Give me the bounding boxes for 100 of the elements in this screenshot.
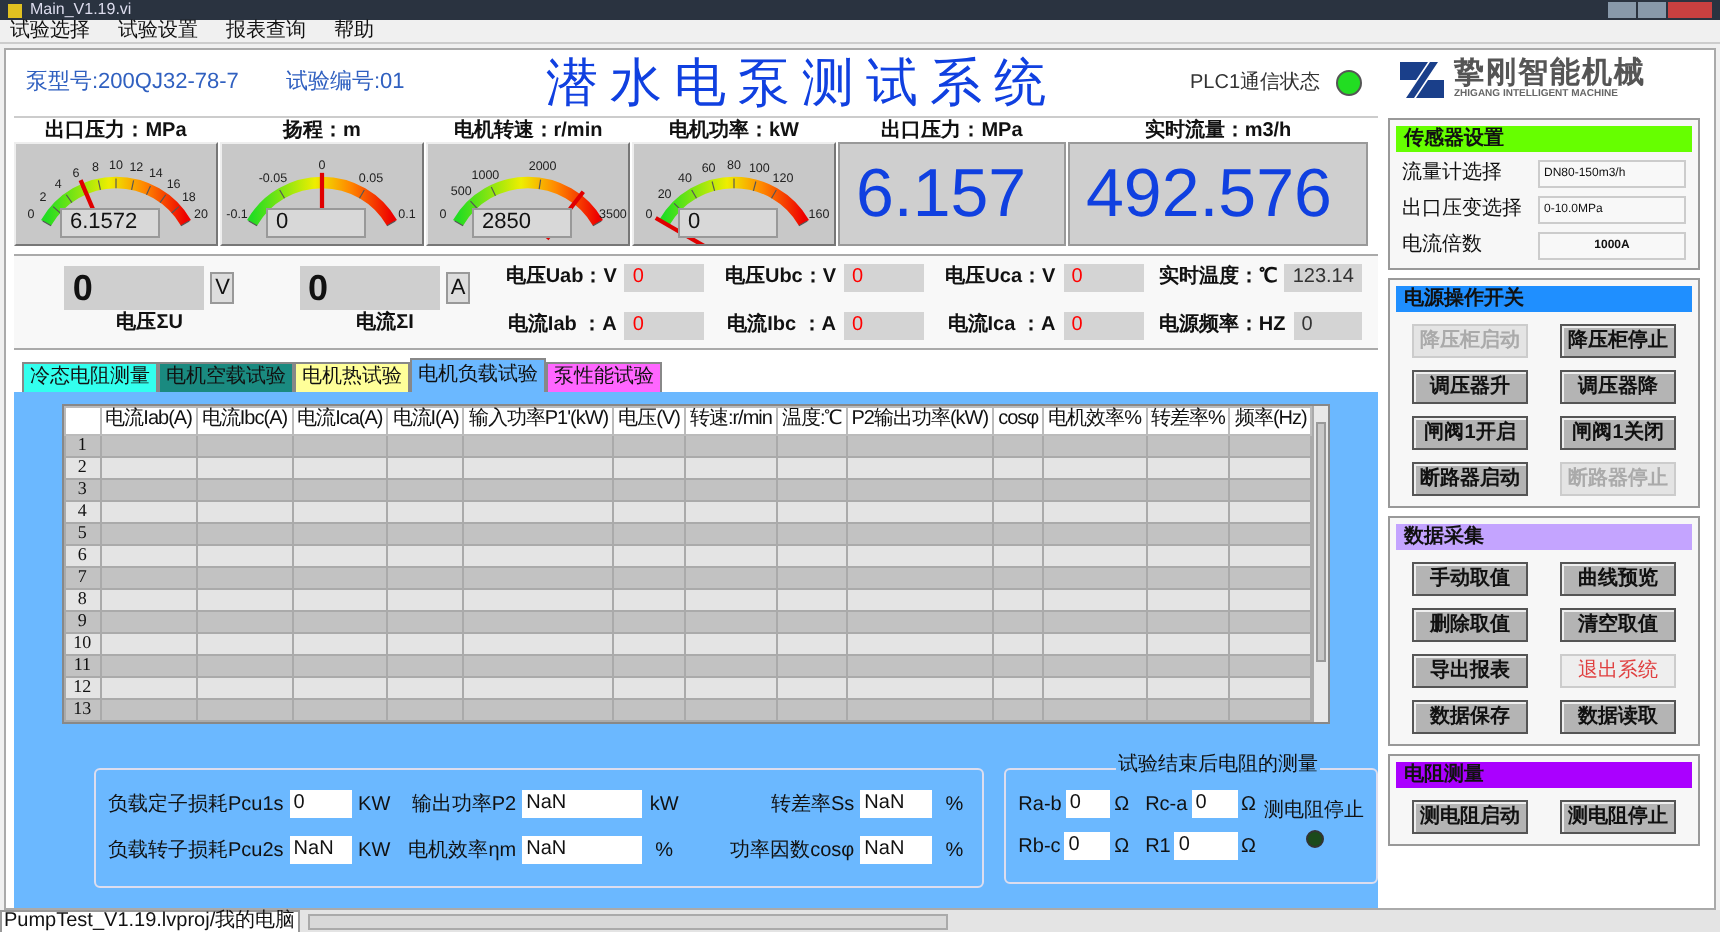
action-button[interactable]: 曲线预览 (1560, 562, 1676, 596)
table-cell (1146, 500, 1230, 523)
table-cell (100, 478, 197, 501)
gauge-label: 出口压力：MPa (45, 119, 187, 142)
close-button[interactable] (1668, 2, 1712, 18)
menu-item[interactable]: 帮助 (334, 21, 374, 41)
menu-item[interactable]: 试验选择 (10, 21, 90, 41)
table-cell (1043, 456, 1147, 479)
value-field: 0 (1064, 832, 1111, 861)
action-button[interactable]: 数据读取 (1560, 700, 1676, 734)
table-cell (776, 522, 847, 545)
horizontal-scrollbar[interactable] (307, 913, 948, 929)
table-cell (100, 632, 197, 655)
menu-item[interactable]: 试验设置 (118, 21, 198, 41)
table-cell (776, 588, 847, 611)
table-cell (613, 654, 685, 677)
table-cell (387, 632, 464, 655)
row-number: 13 (64, 698, 101, 721)
table-cell (993, 434, 1044, 457)
table-cell (196, 632, 293, 655)
gauge-needle (654, 215, 709, 244)
reading-label: 电流Iab ：A (507, 310, 617, 341)
action-button[interactable]: 测电阻启动 (1412, 800, 1528, 834)
setting-label: 出口压变选择 (1402, 195, 1522, 224)
table-cell (684, 522, 777, 545)
table-cell (613, 500, 685, 523)
table-cell (684, 698, 777, 721)
field-label: Rc-a (1145, 791, 1188, 820)
table-cell (1043, 654, 1147, 677)
table-cell (993, 632, 1044, 655)
action-button[interactable]: 闸阀1关闭 (1560, 416, 1676, 450)
test-number: 试验编号:01 (286, 68, 407, 99)
table-cell (613, 610, 685, 633)
table-cell (776, 676, 847, 699)
tab[interactable]: 冷态电阻测量 (22, 361, 158, 392)
action-button[interactable]: 导出报表 (1412, 654, 1528, 688)
section-header: 电阻测量 (1396, 762, 1692, 788)
table-cell (684, 434, 777, 457)
field-label: 转差率Ss (771, 791, 855, 820)
action-button[interactable]: 清空取值 (1560, 608, 1676, 642)
scrollbar[interactable] (1312, 405, 1329, 722)
table-cell (100, 654, 197, 677)
window-title: Main_V1.19.vi (30, 2, 132, 18)
action-button[interactable]: 断路器启动 (1412, 462, 1528, 496)
table-cell (387, 676, 464, 699)
table-cell (292, 522, 388, 545)
table-cell (1146, 610, 1230, 633)
table-cell (292, 434, 388, 457)
display-label: 出口压力：MPa (881, 119, 1023, 142)
unit-label: % (943, 791, 966, 820)
table-cell (387, 544, 464, 567)
total-label: 电流ΣI (356, 309, 414, 338)
action-button[interactable]: 测电阻停止 (1560, 800, 1676, 834)
table-cell (1043, 632, 1147, 655)
action-button[interactable]: 退出系统 (1560, 654, 1676, 688)
table-cell (292, 610, 388, 633)
value-field: NaN (860, 836, 933, 865)
column-header: 转速:r/min (684, 406, 777, 435)
table-cell (1146, 522, 1230, 545)
unit-label: % (943, 837, 966, 866)
table-cell (684, 632, 777, 655)
tab[interactable]: 电机负载试验 (410, 357, 546, 392)
table-cell (776, 698, 847, 721)
table-cell (993, 566, 1044, 589)
action-button[interactable]: 调压器升 (1412, 370, 1528, 404)
total-readout: 0 (300, 265, 441, 310)
display-label: 实时流量：m3/h (1144, 119, 1292, 142)
table-cell (100, 500, 197, 523)
unit-label: KW (358, 837, 391, 866)
tab[interactable]: 泵性能试验 (546, 361, 662, 392)
table-cell (1146, 566, 1230, 589)
reading-label: 电压Uab：V (505, 263, 617, 293)
table-cell (196, 588, 293, 611)
table-cell (613, 566, 685, 589)
action-button[interactable]: 删除取值 (1412, 608, 1528, 642)
menu-item[interactable]: 报表查询 (226, 21, 306, 41)
tab[interactable]: 电机空载试验 (158, 361, 294, 392)
column-header: 电流I(A) (387, 406, 464, 435)
field-label: 电机效率ηm (408, 837, 517, 866)
maximize-button[interactable] (1638, 2, 1666, 18)
row-number: 3 (64, 478, 101, 501)
action-button[interactable]: 数据保存 (1412, 700, 1528, 734)
unit-label: A (446, 271, 471, 304)
table-cell (993, 500, 1044, 523)
setting-label: 电流倍数 (1402, 231, 1482, 260)
value-field: 0 (1174, 832, 1238, 861)
field-label: 功率因数cosφ (730, 837, 855, 866)
action-button[interactable]: 闸阀1开启 (1412, 416, 1528, 450)
minimize-button[interactable] (1608, 2, 1636, 18)
tab[interactable]: 电机热试验 (294, 361, 410, 392)
table-cell (387, 588, 464, 611)
action-button[interactable]: 手动取值 (1412, 562, 1528, 596)
table-cell (1043, 588, 1147, 611)
table-cell (684, 676, 777, 699)
table-cell (196, 478, 293, 501)
section-header: 数据采集 (1396, 524, 1692, 550)
action-button[interactable]: 降压柜停止 (1560, 324, 1676, 358)
table-cell (196, 698, 293, 721)
action-button[interactable]: 调压器降 (1560, 370, 1676, 404)
table-cell (1043, 522, 1147, 545)
